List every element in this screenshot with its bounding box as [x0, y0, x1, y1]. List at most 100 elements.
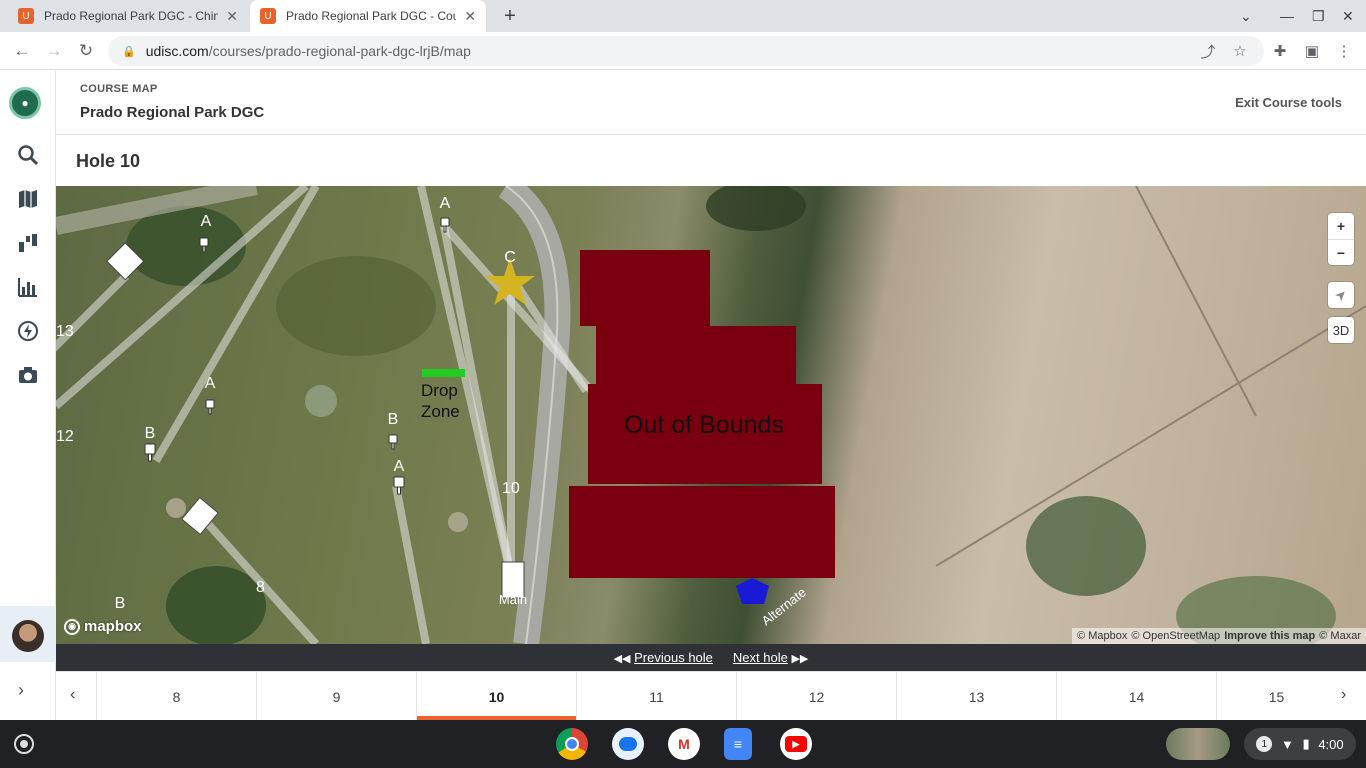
scroll-left-icon[interactable]: ‹ — [70, 686, 75, 704]
drop-zone-label: Zone — [421, 402, 460, 421]
close-tab-icon[interactable]: ✕ — [464, 8, 476, 25]
improve-map-link[interactable]: Improve this map — [1224, 630, 1315, 642]
stone-circle — [448, 512, 468, 532]
app-sidebar: ● › — [0, 71, 56, 720]
hole-navigation-bar: ◀◀ Previous hole Next hole ▶▶ — [56, 644, 1366, 671]
hole-tab-active[interactable]: 10 — [416, 672, 576, 721]
stone-circle — [166, 498, 186, 518]
hole-tab[interactable]: 8 — [96, 672, 256, 721]
pin-label: A — [440, 195, 451, 212]
holding-space-thumbnail[interactable] — [1166, 728, 1230, 760]
zoom-in-button[interactable]: + — [1328, 213, 1354, 239]
map-icon[interactable] — [16, 187, 40, 211]
main-tee-label: Main — [499, 592, 527, 607]
tree-canopy — [166, 566, 266, 644]
pin-label: B — [115, 595, 126, 612]
star-icon[interactable]: ☆ — [1228, 39, 1252, 63]
battery-icon: ▮ — [1302, 736, 1310, 751]
share-icon[interactable]: ⤴ — [1196, 39, 1220, 63]
osm-attribution-link[interactable]: © OpenStreetMap — [1131, 630, 1220, 642]
maxar-attribution-link[interactable]: © Maxar — [1319, 630, 1361, 642]
new-tab-button[interactable]: + — [498, 4, 522, 28]
hole-number-label: 8 — [256, 579, 265, 596]
wifi-icon: ▼ — [1280, 736, 1294, 752]
map-attribution: © Mapbox © OpenStreetMap Improve this ma… — [1072, 628, 1366, 644]
basket-b2-icon[interactable] — [388, 434, 398, 450]
hole-tab[interactable]: 15 — [1216, 672, 1336, 721]
drop-zone-label: Drop — [421, 381, 458, 400]
mapbox-attribution-link[interactable]: © Mapbox — [1077, 630, 1127, 642]
forward-icon[interactable]: → — [42, 39, 66, 63]
hole-tab[interactable]: 11 — [576, 672, 736, 721]
browser-tab[interactable]: U Prado Regional Park DGC - Chino ✕ — [8, 0, 248, 32]
events-icon[interactable] — [16, 319, 40, 343]
window-close-icon[interactable]: ✕ — [1342, 0, 1354, 32]
url-path: /courses/prado-regional-park-dgc-lrjB/ma… — [208, 43, 471, 59]
status-tray[interactable]: 1 ▼ ▮ 4:00 — [1244, 728, 1356, 760]
pin-label: B — [388, 411, 399, 428]
docs-icon[interactable]: ≡ — [724, 728, 752, 760]
avatar[interactable] — [12, 620, 44, 652]
layout-icon[interactable] — [16, 231, 40, 255]
clock: 4:00 — [1318, 736, 1344, 752]
udisc-favicon-icon: U — [260, 8, 276, 24]
minimize-icon[interactable]: — — [1280, 0, 1294, 32]
stats-icon[interactable] — [16, 275, 40, 299]
hole-tab[interactable]: 14 — [1056, 672, 1216, 721]
tab-strip: U Prado Regional Park DGC - Chino ✕ U Pr… — [0, 0, 1366, 32]
fast-forward-icon: ▶▶ — [791, 653, 809, 665]
restore-icon[interactable]: ❐ — [1312, 0, 1325, 32]
zoom-out-button[interactable]: − — [1328, 239, 1354, 265]
fence-line — [1135, 186, 1257, 417]
close-tab-icon[interactable]: ✕ — [226, 8, 238, 25]
pin-label: A — [201, 213, 212, 230]
expand-sidebar-icon[interactable]: › — [18, 680, 24, 701]
scroll-right-icon[interactable]: › — [1341, 686, 1346, 704]
drop-zone-marker[interactable] — [422, 369, 465, 377]
browser-toolbar: ← → ↻ 🔒 udisc.com /courses/prado-regiona… — [0, 32, 1366, 70]
tree-canopy — [1026, 496, 1146, 596]
3d-toggle-button[interactable]: 3D — [1328, 317, 1354, 343]
chrome-icon[interactable] — [556, 728, 588, 760]
exit-course-tools-link[interactable]: Exit Course tools — [1235, 95, 1342, 110]
mapbox-logo[interactable]: ◉ mapbox — [64, 618, 142, 635]
url-host: udisc.com — [145, 43, 209, 59]
tree-canopy — [276, 256, 436, 356]
camera-icon[interactable] — [16, 363, 40, 387]
youtube-icon[interactable]: ▶ — [780, 728, 812, 760]
messages-icon[interactable] — [612, 728, 644, 760]
lock-icon[interactable]: 🔒 — [122, 45, 136, 58]
out-of-bounds-label: Out of Bounds — [624, 411, 784, 439]
course-header: COURSE MAP Prado Regional Park DGC Exit … — [56, 71, 1366, 135]
hole-tab[interactable]: 12 — [736, 672, 896, 721]
course-map[interactable]: A A B B A A B C 13 12 8 10 Main Alternat… — [56, 186, 1366, 644]
fence-line — [935, 305, 1366, 567]
tree-canopy — [706, 186, 806, 231]
tree-canopy — [126, 206, 246, 286]
next-hole-link[interactable]: Next hole ▶▶ — [733, 650, 808, 665]
hole-header: Hole 10 — [56, 135, 1366, 186]
notification-badge: 1 — [1256, 736, 1273, 752]
address-bar[interactable]: 🔒 udisc.com /courses/prado-regional-park… — [108, 36, 1264, 66]
reload-icon[interactable]: ↻ — [74, 39, 98, 63]
previous-hole-link[interactable]: ◀◀ Previous hole — [614, 650, 713, 665]
mapbox-logo-icon: ◉ — [64, 618, 80, 635]
launcher-icon[interactable] — [14, 734, 34, 754]
alternate-tee-icon[interactable] — [736, 578, 769, 604]
back-icon[interactable]: ← — [10, 39, 34, 63]
logo-icon[interactable]: ● — [9, 87, 41, 119]
profile-menu[interactable] — [0, 606, 56, 662]
extensions-icon[interactable]: ✚ — [1268, 39, 1292, 63]
hole-title: Hole 10 — [76, 151, 141, 171]
basket-a2-icon[interactable] — [205, 399, 215, 415]
hole-number-label: 10 — [502, 480, 520, 497]
hole-tab[interactable]: 9 — [256, 672, 416, 721]
side-panel-icon[interactable]: ▣ — [1300, 39, 1324, 63]
page-kicker: COURSE MAP — [80, 83, 158, 95]
hole-tab[interactable]: 13 — [896, 672, 1056, 721]
browser-tab-active[interactable]: U Prado Regional Park DGC - Course ✕ — [250, 0, 486, 32]
gmail-icon[interactable]: M — [668, 728, 700, 760]
search-icon[interactable] — [16, 143, 40, 167]
menu-icon[interactable]: ⋮ — [1332, 39, 1356, 63]
tab-search-icon[interactable]: ⌄ — [1240, 0, 1252, 32]
